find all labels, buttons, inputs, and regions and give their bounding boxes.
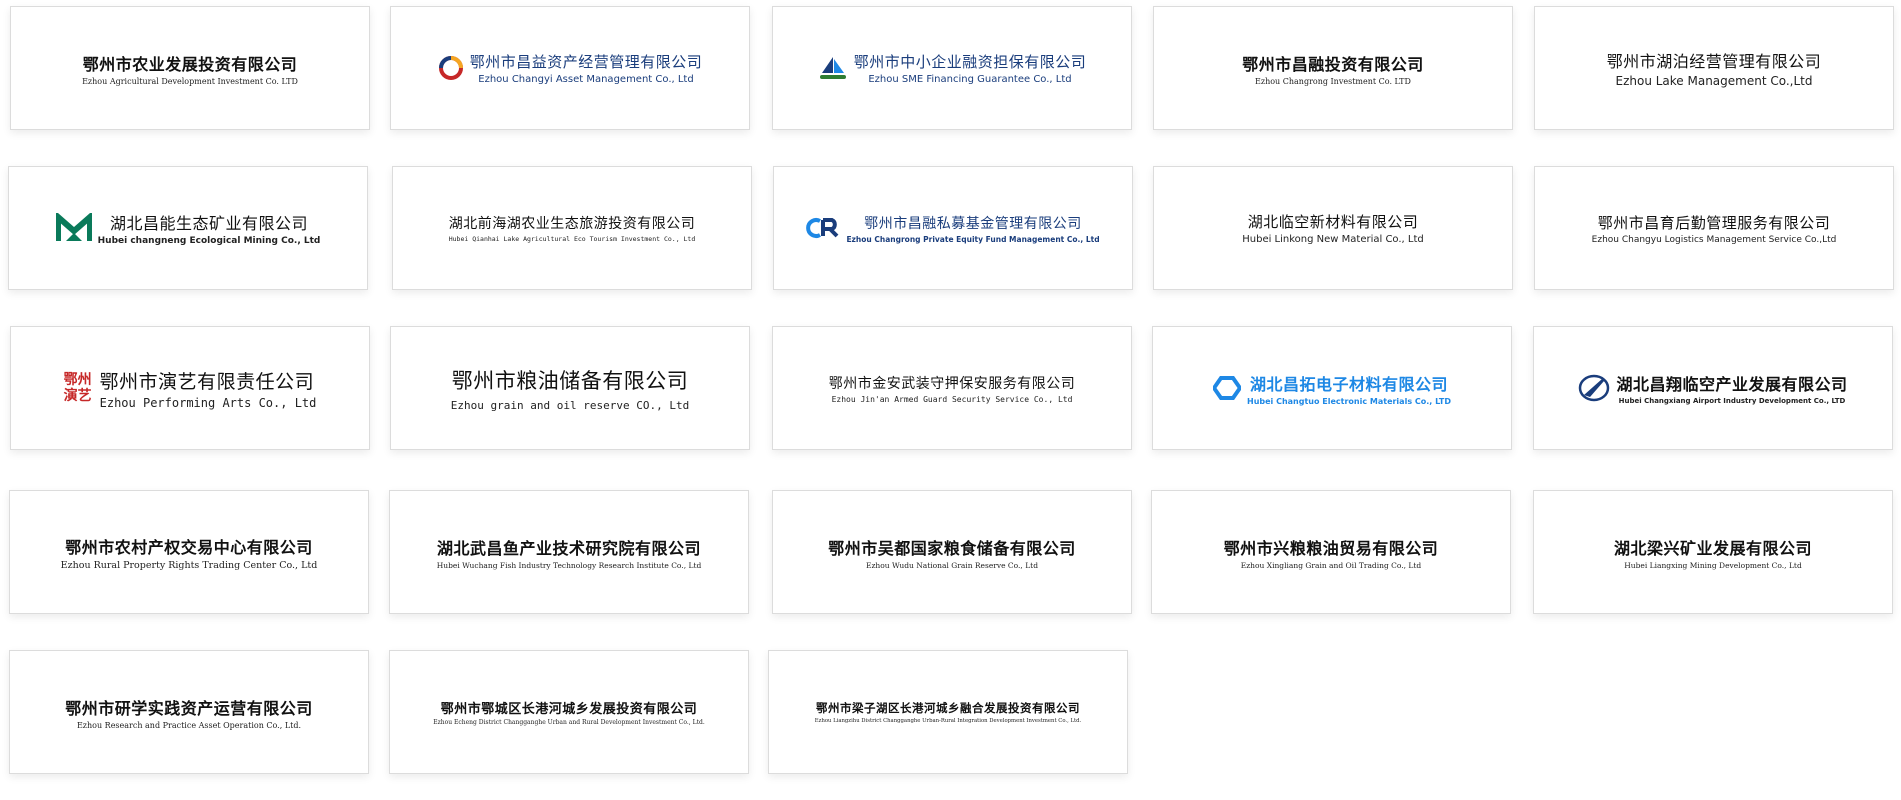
- logo-card[interactable]: 鄂州市农业发展投资有限公司 Ezhou Agricultural Develop…: [10, 6, 370, 130]
- company-name-zh: 鄂州市金安武装守押保安服务有限公司: [828, 375, 1076, 392]
- logo-card[interactable]: 湖北昌翔临空产业发展有限公司 Hubei Changxiang Airport …: [1533, 326, 1893, 450]
- company-name-zh: 鄂州市演艺有限责任公司: [99, 370, 315, 393]
- company-name-zh: 鄂州市兴粮粮油贸易有限公司: [1223, 538, 1439, 558]
- changyi-logo-icon: [438, 55, 464, 81]
- company-name-en: Ezhou Agricultural Development Investmen…: [82, 76, 298, 86]
- company-name-zh: 鄂州市鄂城区长港河城乡发展投资有限公司: [440, 702, 698, 717]
- company-name-en: Ezhou Wudu National Grain Reserve Co., L…: [865, 560, 1038, 570]
- company-name-en: Ezhou Echeng District Changganghe Urban …: [433, 719, 705, 726]
- logo-card[interactable]: 鄂州市昌融私募基金管理有限公司 Ezhou Changrong Private …: [773, 166, 1133, 290]
- company-name-en: Ezhou Changyi Asset Management Co., Ltd: [478, 74, 694, 85]
- logo-card[interactable]: 鄂州市鄂城区长港河城乡发展投资有限公司 Ezhou Echeng Distric…: [389, 650, 749, 774]
- plane-logo-icon: [1578, 373, 1610, 403]
- company-name-zh: 湖北昌翔临空产业发展有限公司: [1616, 375, 1848, 394]
- logo-card[interactable]: 鄂州市昌育后勤管理服务有限公司 Ezhou Changyu Logistics …: [1534, 166, 1894, 290]
- company-name-en: Ezhou Liangzihu District Changganghe Urb…: [814, 718, 1082, 724]
- logo-card[interactable]: 湖北临空新材料有限公司 Hubei Linkong New Material C…: [1153, 166, 1513, 290]
- logo-card[interactable]: 湖北武昌鱼产业技术研究院有限公司 Hubei Wuchang Fish Indu…: [389, 490, 749, 614]
- logo-card[interactable]: 鄂州市兴粮粮油贸易有限公司 Ezhou Xingliang Grain and …: [1151, 490, 1511, 614]
- company-name-zh: 鄂州市吴都国家粮食储备有限公司: [828, 538, 1076, 558]
- company-name-zh: 鄂州市研学实践资产运营有限公司: [65, 698, 313, 718]
- changtuo-logo-icon: [1213, 376, 1242, 400]
- company-name-zh: 鄂州市昌益资产经营管理有限公司: [469, 53, 703, 71]
- logo-card[interactable]: 鄂州市中小企业融资担保有限公司 Ezhou SME Financing Guar…: [772, 6, 1132, 130]
- logo-card[interactable]: 鄂州市研学实践资产运营有限公司 Ezhou Research and Pract…: [9, 650, 369, 774]
- logo-text: 鄂州市农业发展投资有限公司 Ezhou Agricultural Develop…: [82, 51, 298, 86]
- company-name-en: Hubei Changtuo Electronic Materials Co.,…: [1247, 396, 1451, 406]
- company-name-en: Ezhou Research and Practice Asset Operat…: [76, 720, 302, 730]
- company-name-zh: 湖北临空新材料有限公司: [1247, 213, 1419, 231]
- sail-logo-icon: [818, 55, 848, 81]
- company-name-en: Hubei Qianhai Lake Agricultural Eco Tour…: [448, 235, 696, 243]
- logo-card[interactable]: 鄂州市粮油储备有限公司 Ezhou grain and oil reserve …: [390, 326, 750, 450]
- logo-card[interactable]: 鄂州市金安武装守押保安服务有限公司 Ezhou Jin'an Armed Gua…: [772, 326, 1132, 450]
- logo-card[interactable]: 鄂州演艺 鄂州市演艺有限责任公司 Ezhou Performing Arts C…: [10, 326, 370, 450]
- company-name-zh: 鄂州市中小企业融资担保有限公司: [853, 53, 1087, 71]
- company-name-zh: 鄂州市农业发展投资有限公司: [82, 54, 298, 74]
- logo-card[interactable]: 鄂州市昌益资产经营管理有限公司 Ezhou Changyi Asset Mana…: [390, 6, 750, 130]
- cr-logo-icon: [806, 216, 840, 240]
- company-name-zh: 鄂州市昌育后勤管理服务有限公司: [1597, 213, 1831, 232]
- empty-faded-area: [1140, 650, 1520, 785]
- company-name-zh: 湖北梁兴矿业发展有限公司: [1613, 538, 1812, 558]
- company-name-en: Ezhou Changrong Investment Co. LTD: [1255, 76, 1411, 86]
- company-name-en: Ezhou grain and oil reserve CO., Ltd: [450, 398, 690, 412]
- company-name-zh: 鄂州市农村产权交易中心有限公司: [65, 537, 313, 557]
- company-name-zh: 鄂州市昌融私募基金管理有限公司: [864, 215, 1082, 232]
- company-name-zh: 湖北昌拓电子材料有限公司: [1249, 374, 1448, 394]
- logo-card[interactable]: 鄂州市吴都国家粮食储备有限公司 Ezhou Wudu National Grai…: [772, 490, 1132, 614]
- company-name-en: Ezhou Changrong Private Equity Fund Mana…: [846, 234, 1100, 244]
- company-name-zh: 鄂州市湖泊经营管理有限公司: [1606, 52, 1822, 71]
- company-name-zh: 湖北昌能生态矿业有限公司: [109, 214, 308, 233]
- company-name-en: Ezhou Lake Management Co.,Ltd: [1615, 74, 1813, 88]
- company-name-zh: 湖北武昌鱼产业技术研究院有限公司: [436, 538, 701, 558]
- changneng-logo-icon: [55, 213, 92, 243]
- company-name-zh: 鄂州市梁子湖区长港河城乡融合发展投资有限公司: [816, 701, 1080, 715]
- logo-grid: 鄂州市农业发展投资有限公司 Ezhou Agricultural Develop…: [0, 0, 1901, 800]
- logo-card[interactable]: 鄂州市农村产权交易中心有限公司 Ezhou Rural Property Rig…: [9, 490, 369, 614]
- company-name-en: Hubei Linkong New Material Co., Ltd: [1242, 234, 1424, 245]
- company-name-zh: 鄂州市粮油储备有限公司: [451, 368, 689, 393]
- logo-card[interactable]: 湖北前海湖农业生态旅游投资有限公司 Hubei Qianhai Lake Agr…: [392, 166, 752, 290]
- logo-card[interactable]: 湖北昌能生态矿业有限公司 Hubei changneng Ecological …: [8, 166, 368, 290]
- logo-card[interactable]: 鄂州市昌融投资有限公司 Ezhou Changrong Investment C…: [1153, 6, 1513, 130]
- company-name-en: Hubei changneng Ecological Mining Co., L…: [97, 236, 321, 246]
- company-name-en: Hubei Liangxing Mining Development Co., …: [1624, 560, 1802, 570]
- company-name-zh: 鄂州市昌融投资有限公司: [1242, 54, 1424, 74]
- company-name-en: Ezhou Performing Arts Co., Ltd: [99, 395, 317, 410]
- company-name-en: Ezhou SME Financing Guarantee Co., Ltd: [868, 74, 1072, 85]
- company-name-en: Hubei Wuchang Fish Industry Technology R…: [436, 560, 702, 570]
- company-name-en: Hubei Changxiang Airport Industry Develo…: [1618, 397, 1846, 405]
- logo-card[interactable]: 湖北梁兴矿业发展有限公司 Hubei Liangxing Mining Deve…: [1533, 490, 1893, 614]
- logo-card[interactable]: 鄂州市梁子湖区长港河城乡融合发展投资有限公司 Ezhou Liangzihu D…: [768, 650, 1128, 774]
- company-name-en: Ezhou Jin'an Armed Guard Security Servic…: [831, 394, 1073, 404]
- seal-logo: 鄂州演艺: [63, 372, 92, 404]
- logo-card[interactable]: 鄂州市湖泊经营管理有限公司 Ezhou Lake Management Co.,…: [1534, 6, 1894, 130]
- company-name-zh: 湖北前海湖农业生态旅游投资有限公司: [448, 216, 696, 232]
- company-name-en: Ezhou Rural Property Rights Trading Cent…: [60, 559, 318, 571]
- company-name-en: Ezhou Xingliang Grain and Oil Trading Co…: [1240, 560, 1422, 570]
- company-name-en: Ezhou Changyu Logistics Management Servi…: [1591, 234, 1837, 245]
- logo-card[interactable]: 湖北昌拓电子材料有限公司 Hubei Changtuo Electronic M…: [1152, 326, 1512, 450]
